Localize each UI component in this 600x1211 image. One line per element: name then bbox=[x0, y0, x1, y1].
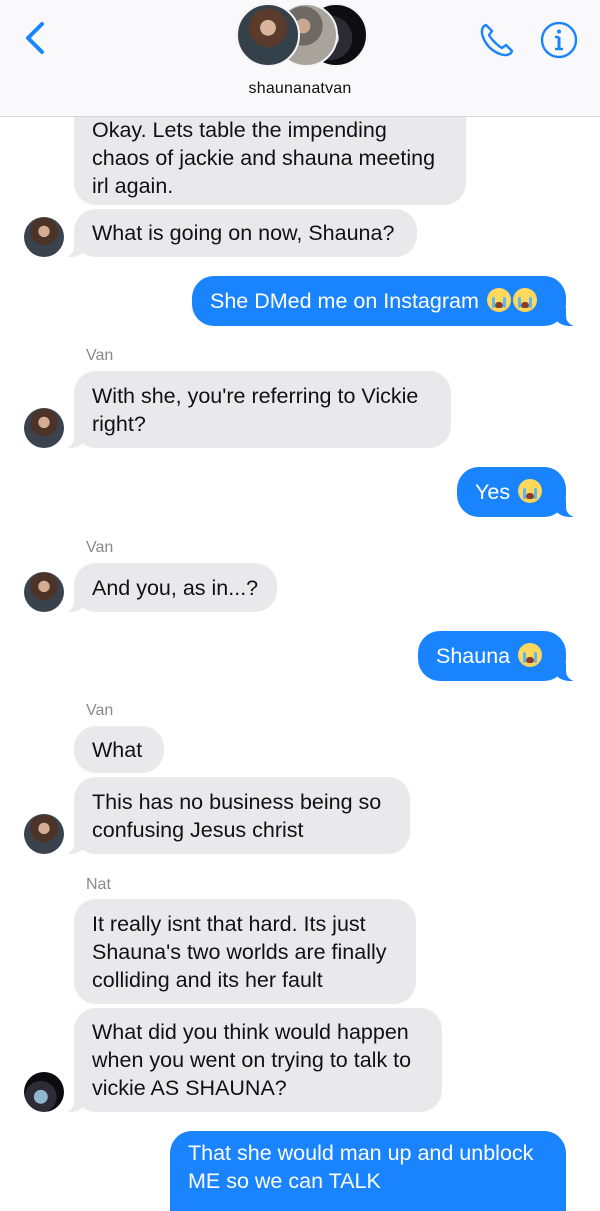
message-text: Yes bbox=[475, 480, 511, 504]
sender-name: Van bbox=[86, 702, 114, 719]
message-bubble[interactable]: This has no business being so confusing … bbox=[64, 777, 410, 854]
message-text: What is going on now, Shauna? bbox=[92, 221, 395, 245]
message-bubble[interactable]: Yes bbox=[457, 467, 576, 517]
message-text: This has no business being so confusing … bbox=[92, 789, 382, 842]
back-button[interactable] bbox=[18, 18, 58, 58]
avatar[interactable] bbox=[24, 1072, 64, 1112]
sender-name: Van bbox=[86, 539, 114, 556]
message-bubble[interactable]: What is going on now, Shauna? bbox=[64, 209, 417, 257]
message-text: With she, you're referring to Vickie rig… bbox=[92, 383, 419, 436]
message-bubble[interactable]: What did you think would happen when you… bbox=[64, 1008, 442, 1112]
chevron-left-icon bbox=[26, 22, 44, 54]
message-bubble[interactable]: She DMed me on Instagram bbox=[192, 276, 576, 326]
message-text: What bbox=[92, 737, 143, 762]
avatar[interactable] bbox=[24, 572, 64, 612]
conversation-title[interactable]: shaunanatvan bbox=[0, 80, 600, 98]
message-text: Okay. Lets table the impending chaos of … bbox=[92, 117, 436, 198]
call-button[interactable] bbox=[474, 18, 518, 62]
message-bubble[interactable]: It really isnt that hard. Its just Shaun… bbox=[74, 899, 416, 1004]
message-text: What did you think would happen when you… bbox=[92, 1020, 412, 1100]
avatar[interactable] bbox=[24, 217, 64, 257]
message-bubble[interactable]: That she would man up and unblock ME so … bbox=[170, 1131, 566, 1211]
message-text: It really isnt that hard. Its just Shaun… bbox=[92, 911, 387, 992]
sender-name: Van bbox=[86, 347, 114, 364]
loudly-crying-face-icon bbox=[518, 643, 543, 667]
info-icon bbox=[540, 21, 578, 59]
info-button[interactable] bbox=[537, 18, 581, 62]
message-bubble[interactable]: Shauna bbox=[418, 631, 576, 681]
message-bubble[interactable]: And you, as in...? bbox=[64, 563, 277, 612]
message-text: That she would man up and unblock ME so … bbox=[188, 1141, 534, 1193]
message-text: She DMed me on Instagram bbox=[210, 289, 479, 313]
avatar[interactable] bbox=[24, 408, 64, 448]
message-bubble[interactable]: What bbox=[74, 726, 164, 773]
phone-icon bbox=[480, 23, 514, 57]
avatar[interactable] bbox=[24, 814, 64, 854]
message-text: Shauna bbox=[436, 644, 511, 668]
loudly-crying-face-icon bbox=[512, 288, 537, 312]
sender-name: Nat bbox=[86, 876, 111, 893]
message-bubble[interactable]: Okay. Lets table the impending chaos of … bbox=[74, 104, 466, 205]
avatar bbox=[236, 3, 300, 67]
loudly-crying-face-icon bbox=[518, 479, 543, 503]
loudly-crying-face-icon bbox=[486, 288, 511, 312]
message-text: And you, as in...? bbox=[92, 575, 259, 600]
conversation-header: shaunanatvan bbox=[0, 0, 600, 117]
message-bubble[interactable]: With she, you're referring to Vickie rig… bbox=[64, 371, 451, 448]
group-avatar-stack[interactable] bbox=[236, 3, 368, 67]
